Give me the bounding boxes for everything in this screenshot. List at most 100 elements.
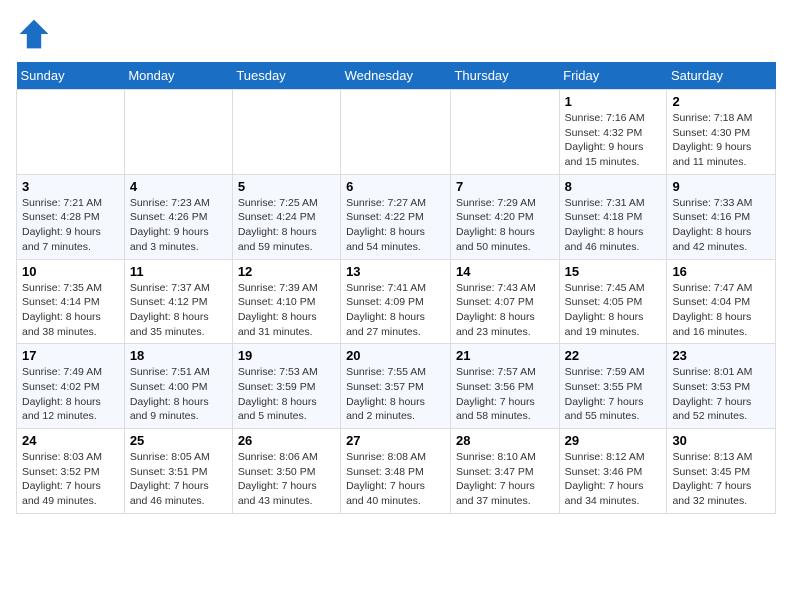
day-cell: 1 Sunrise: 7:16 AM Sunset: 4:32 PM Daylig… (559, 90, 667, 175)
day-info: Sunrise: 7:27 AM Sunset: 4:22 PM Dayligh… (346, 196, 445, 255)
day-number: 17 (22, 348, 119, 363)
day-number: 6 (346, 179, 445, 194)
day-number: 22 (565, 348, 662, 363)
day-info: Sunrise: 8:05 AM Sunset: 3:51 PM Dayligh… (130, 450, 227, 509)
day-cell: 2 Sunrise: 7:18 AM Sunset: 4:30 PM Daylig… (667, 90, 776, 175)
day-cell: 15Sunrise: 7:45 AM Sunset: 4:05 PM Dayli… (559, 259, 667, 344)
day-cell: 6 Sunrise: 7:27 AM Sunset: 4:22 PM Daylig… (341, 174, 451, 259)
day-number: 4 (130, 179, 227, 194)
day-cell: 17 Sunrise: 7:49 AM Sunset: 4:02 PM Dayli… (17, 344, 125, 429)
day-cell: 4 Sunrise: 7:23 AM Sunset: 4:26 PM Daylig… (124, 174, 232, 259)
day-cell (450, 90, 559, 175)
day-info: Sunrise: 7:21 AM Sunset: 4:28 PM Dayligh… (22, 196, 119, 255)
day-cell: 5 Sunrise: 7:25 AM Sunset: 4:24 PM Daylig… (232, 174, 340, 259)
day-number: 21 (456, 348, 554, 363)
day-number: 10 (22, 264, 119, 279)
day-info: Sunrise: 8:03 AM Sunset: 3:52 PM Dayligh… (22, 450, 119, 509)
calendar: SundayMondayTuesdayWednesdayThursdayFrid… (16, 62, 776, 514)
day-number: 14 (456, 264, 554, 279)
week-row-2: 3 Sunrise: 7:21 AM Sunset: 4:28 PM Daylig… (17, 174, 776, 259)
day-info: Sunrise: 8:13 AM Sunset: 3:45 PM Dayligh… (672, 450, 770, 509)
day-info: Sunrise: 7:16 AM Sunset: 4:32 PM Dayligh… (565, 111, 662, 170)
day-info: Sunrise: 7:43 AM Sunset: 4:07 PM Dayligh… (456, 281, 554, 340)
day-cell: 8 Sunrise: 7:31 AM Sunset: 4:18 PM Daylig… (559, 174, 667, 259)
day-number: 24 (22, 433, 119, 448)
day-info: Sunrise: 8:12 AM Sunset: 3:46 PM Dayligh… (565, 450, 662, 509)
day-cell: 16 Sunrise: 7:47 AM Sunset: 4:04 PM Dayli… (667, 259, 776, 344)
day-number: 28 (456, 433, 554, 448)
day-cell: 23Sunrise: 8:01 AM Sunset: 3:53 PM Dayli… (667, 344, 776, 429)
day-info: Sunrise: 7:49 AM Sunset: 4:02 PM Dayligh… (22, 365, 119, 424)
day-cell: 29 Sunrise: 8:12 AM Sunset: 3:46 PM Dayli… (559, 429, 667, 514)
day-cell: 9 Sunrise: 7:33 AM Sunset: 4:16 PM Daylig… (667, 174, 776, 259)
day-cell: 11 Sunrise: 7:37 AM Sunset: 4:12 PM Dayli… (124, 259, 232, 344)
day-info: Sunrise: 7:29 AM Sunset: 4:20 PM Dayligh… (456, 196, 554, 255)
day-cell: 27Sunrise: 8:08 AM Sunset: 3:48 PM Dayli… (341, 429, 451, 514)
day-number: 1 (565, 94, 662, 109)
day-number: 9 (672, 179, 770, 194)
day-info: Sunrise: 7:57 AM Sunset: 3:56 PM Dayligh… (456, 365, 554, 424)
day-cell: 19 Sunrise: 7:53 AM Sunset: 3:59 PM Dayli… (232, 344, 340, 429)
day-number: 19 (238, 348, 335, 363)
day-info: Sunrise: 7:18 AM Sunset: 4:30 PM Dayligh… (672, 111, 770, 170)
week-row-1: 1 Sunrise: 7:16 AM Sunset: 4:32 PM Daylig… (17, 90, 776, 175)
day-cell: 13 Sunrise: 7:41 AM Sunset: 4:09 PM Dayli… (341, 259, 451, 344)
day-info: Sunrise: 7:39 AM Sunset: 4:10 PM Dayligh… (238, 281, 335, 340)
day-number: 8 (565, 179, 662, 194)
day-number: 29 (565, 433, 662, 448)
weekday-header-tuesday: Tuesday (232, 62, 340, 90)
weekday-header-monday: Monday (124, 62, 232, 90)
day-cell: 3 Sunrise: 7:21 AM Sunset: 4:28 PM Daylig… (17, 174, 125, 259)
day-number: 3 (22, 179, 119, 194)
logo-icon (16, 16, 52, 52)
day-number: 23 (672, 348, 770, 363)
day-cell: 21 Sunrise: 7:57 AM Sunset: 3:56 PM Dayli… (450, 344, 559, 429)
day-number: 20 (346, 348, 445, 363)
day-number: 25 (130, 433, 227, 448)
day-cell: 30Sunrise: 8:13 AM Sunset: 3:45 PM Dayli… (667, 429, 776, 514)
day-info: Sunrise: 7:55 AM Sunset: 3:57 PM Dayligh… (346, 365, 445, 424)
day-number: 11 (130, 264, 227, 279)
week-row-4: 17 Sunrise: 7:49 AM Sunset: 4:02 PM Dayli… (17, 344, 776, 429)
week-row-5: 24 Sunrise: 8:03 AM Sunset: 3:52 PM Dayli… (17, 429, 776, 514)
day-info: Sunrise: 7:31 AM Sunset: 4:18 PM Dayligh… (565, 196, 662, 255)
weekday-header-friday: Friday (559, 62, 667, 90)
day-cell: 12 Sunrise: 7:39 AM Sunset: 4:10 PM Dayli… (232, 259, 340, 344)
day-cell (17, 90, 125, 175)
day-cell: 20 Sunrise: 7:55 AM Sunset: 3:57 PM Dayli… (341, 344, 451, 429)
day-info: Sunrise: 7:33 AM Sunset: 4:16 PM Dayligh… (672, 196, 770, 255)
day-info: Sunrise: 8:06 AM Sunset: 3:50 PM Dayligh… (238, 450, 335, 509)
page-header (16, 16, 776, 52)
day-cell (124, 90, 232, 175)
weekday-header-wednesday: Wednesday (341, 62, 451, 90)
day-info: Sunrise: 7:51 AM Sunset: 4:00 PM Dayligh… (130, 365, 227, 424)
day-info: Sunrise: 7:41 AM Sunset: 4:09 PM Dayligh… (346, 281, 445, 340)
weekday-header-saturday: Saturday (667, 62, 776, 90)
logo (16, 16, 56, 52)
day-cell: 24 Sunrise: 8:03 AM Sunset: 3:52 PM Dayli… (17, 429, 125, 514)
day-info: Sunrise: 7:37 AM Sunset: 4:12 PM Dayligh… (130, 281, 227, 340)
day-info: Sunrise: 7:35 AM Sunset: 4:14 PM Dayligh… (22, 281, 119, 340)
week-row-3: 10 Sunrise: 7:35 AM Sunset: 4:14 PM Dayli… (17, 259, 776, 344)
day-cell (341, 90, 451, 175)
day-number: 16 (672, 264, 770, 279)
day-number: 7 (456, 179, 554, 194)
day-number: 18 (130, 348, 227, 363)
day-number: 5 (238, 179, 335, 194)
day-number: 13 (346, 264, 445, 279)
day-cell: 25 Sunrise: 8:05 AM Sunset: 3:51 PM Dayli… (124, 429, 232, 514)
day-cell: 28 Sunrise: 8:10 AM Sunset: 3:47 PM Dayli… (450, 429, 559, 514)
day-info: Sunrise: 7:53 AM Sunset: 3:59 PM Dayligh… (238, 365, 335, 424)
day-info: Sunrise: 7:47 AM Sunset: 4:04 PM Dayligh… (672, 281, 770, 340)
day-info: Sunrise: 7:23 AM Sunset: 4:26 PM Dayligh… (130, 196, 227, 255)
weekday-header-row: SundayMondayTuesdayWednesdayThursdayFrid… (17, 62, 776, 90)
day-info: Sunrise: 7:59 AM Sunset: 3:55 PM Dayligh… (565, 365, 662, 424)
day-number: 26 (238, 433, 335, 448)
day-cell: 22 Sunrise: 7:59 AM Sunset: 3:55 PM Dayli… (559, 344, 667, 429)
day-info: Sunrise: 7:25 AM Sunset: 4:24 PM Dayligh… (238, 196, 335, 255)
day-number: 12 (238, 264, 335, 279)
day-cell (232, 90, 340, 175)
day-cell: 26 Sunrise: 8:06 AM Sunset: 3:50 PM Dayli… (232, 429, 340, 514)
day-info: Sunrise: 8:10 AM Sunset: 3:47 PM Dayligh… (456, 450, 554, 509)
day-number: 2 (672, 94, 770, 109)
